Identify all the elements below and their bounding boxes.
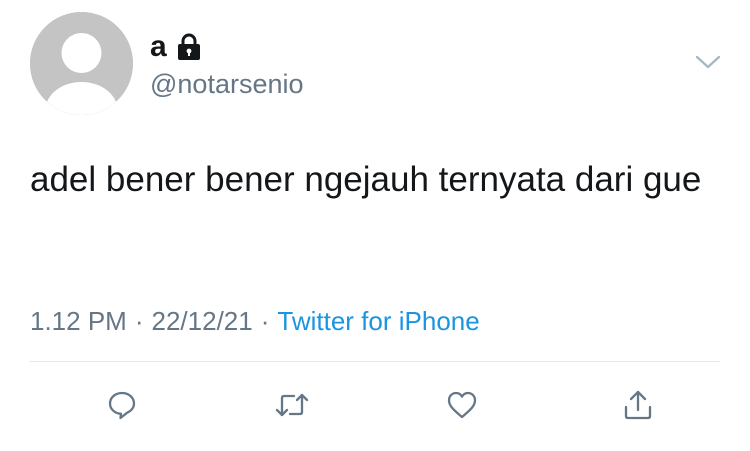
default-avatar-icon	[30, 12, 133, 115]
share-icon	[624, 390, 652, 420]
like-button[interactable]	[440, 383, 484, 427]
reply-button[interactable]	[100, 383, 144, 427]
user-name-row: a	[150, 30, 201, 64]
tweet-time: 1.12 PM	[30, 306, 127, 336]
heart-icon	[447, 391, 477, 419]
tweet-source-link[interactable]: Twitter for iPhone	[277, 306, 479, 336]
retweet-icon	[275, 393, 309, 417]
tweet-meta: 1.12 PM · 22/12/21 · Twitter for iPhone	[30, 303, 480, 339]
tweet-card: a @notarsenio adel bener bener ngejauh t…	[0, 0, 750, 451]
tweet-date: 22/12/21	[151, 306, 253, 336]
tweet-text: adel bener bener ngejauh ternyata dari g…	[30, 160, 702, 199]
retweet-button[interactable]	[270, 383, 314, 427]
reply-icon	[108, 391, 136, 420]
chevron-down-icon[interactable]	[694, 52, 722, 72]
meta-separator: ·	[260, 306, 270, 336]
share-button[interactable]	[616, 383, 660, 427]
user-handle[interactable]: @notarsenio	[150, 68, 304, 100]
meta-separator: ·	[134, 306, 144, 336]
action-bar	[0, 383, 750, 427]
display-name[interactable]: a	[150, 30, 167, 64]
divider	[30, 361, 720, 362]
lock-icon	[177, 33, 201, 61]
avatar[interactable]	[30, 12, 133, 115]
